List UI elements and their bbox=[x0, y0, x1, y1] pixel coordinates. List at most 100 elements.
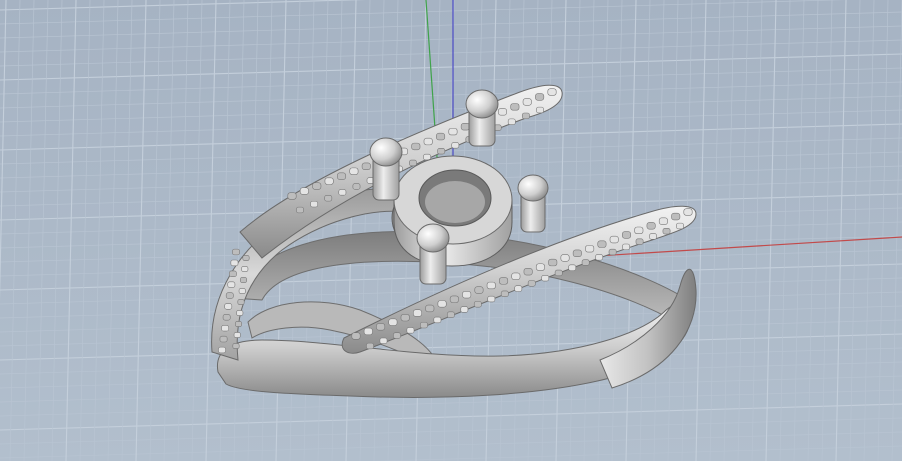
pave-bead bbox=[324, 195, 333, 202]
pave-bead bbox=[683, 208, 693, 216]
pave-bead bbox=[324, 177, 334, 185]
pave-bead bbox=[236, 310, 244, 316]
perspective-viewport[interactable] bbox=[0, 0, 902, 461]
pave-bead bbox=[547, 88, 557, 96]
pave-bead bbox=[646, 222, 656, 230]
pave-bead bbox=[388, 318, 398, 326]
viewport-canvas[interactable] bbox=[0, 0, 902, 461]
pave-bead bbox=[507, 118, 516, 125]
prong-front-right bbox=[517, 174, 549, 233]
pave-bead bbox=[634, 226, 644, 235]
pave-bead bbox=[423, 137, 433, 146]
pave-bead bbox=[240, 277, 248, 283]
pave-bead bbox=[527, 280, 536, 287]
pave-bead bbox=[224, 303, 233, 310]
pave-bead bbox=[622, 243, 630, 251]
pave-bead bbox=[235, 321, 243, 327]
pave-bead bbox=[296, 206, 304, 214]
pave-bead bbox=[560, 254, 570, 262]
pave-bead bbox=[581, 259, 590, 266]
pave-bead bbox=[433, 316, 442, 324]
prong-front-left bbox=[416, 223, 450, 285]
pave-bead bbox=[649, 233, 657, 240]
pave-bead bbox=[237, 299, 245, 305]
pave-bead bbox=[554, 269, 563, 277]
pave-bead bbox=[312, 182, 322, 190]
pave-bead bbox=[363, 327, 373, 336]
pave-bead bbox=[622, 231, 632, 239]
pave-bead bbox=[510, 103, 520, 111]
pave-bead bbox=[521, 112, 530, 120]
pave-bead bbox=[658, 217, 668, 225]
pave-bead bbox=[361, 162, 371, 170]
pave-bead bbox=[406, 327, 415, 334]
pave-bead bbox=[437, 147, 446, 155]
pave-bead bbox=[446, 311, 455, 318]
pave-bead bbox=[230, 259, 239, 267]
pave-bead bbox=[299, 187, 309, 195]
pave-bead bbox=[233, 332, 241, 338]
pave-bead bbox=[585, 245, 595, 253]
pave-bead bbox=[349, 167, 359, 175]
prong-back-left bbox=[369, 137, 403, 201]
pave-bead bbox=[352, 183, 361, 190]
pave-bead bbox=[514, 285, 523, 292]
pave-bead bbox=[511, 272, 521, 280]
pave-bead bbox=[676, 222, 684, 230]
pave-bead bbox=[486, 281, 496, 290]
pave-bead bbox=[379, 337, 388, 344]
pave-bead bbox=[497, 108, 507, 116]
pave-bead bbox=[499, 277, 509, 285]
pave-bead bbox=[310, 200, 319, 208]
pave-bead bbox=[609, 235, 619, 244]
pave-bead bbox=[536, 106, 544, 114]
pave-bead bbox=[436, 132, 446, 141]
pave-bead bbox=[448, 127, 458, 136]
pave-bead bbox=[218, 346, 226, 354]
pave-bead bbox=[393, 332, 401, 339]
pave-bead bbox=[437, 300, 447, 308]
pave-bead bbox=[412, 309, 422, 317]
pave-bead bbox=[242, 255, 250, 261]
pave-bead bbox=[337, 172, 347, 180]
pave-bead bbox=[522, 98, 532, 106]
pave-bead bbox=[473, 301, 482, 308]
pave-bead bbox=[635, 238, 644, 245]
pave-bead bbox=[474, 286, 484, 294]
pave-bead bbox=[222, 314, 231, 321]
setting-seat-inner bbox=[425, 181, 485, 223]
pave-bead bbox=[595, 254, 604, 261]
pave-bead bbox=[232, 343, 240, 349]
pave-bead bbox=[221, 325, 230, 332]
pave-bead bbox=[225, 292, 234, 299]
pave-bead bbox=[351, 332, 361, 340]
pave-bead bbox=[238, 288, 246, 294]
pave-bead bbox=[572, 249, 582, 257]
pave-bead bbox=[232, 248, 240, 256]
pave-bead bbox=[409, 159, 417, 167]
prong-back-right bbox=[465, 89, 499, 147]
pave-bead bbox=[420, 321, 428, 329]
pave-bead bbox=[548, 258, 558, 267]
pave-bead bbox=[608, 248, 617, 256]
pave-bead bbox=[460, 123, 470, 131]
pave-bead bbox=[535, 93, 545, 101]
pave-bead bbox=[219, 335, 228, 343]
pave-bead bbox=[400, 313, 410, 322]
pave-bead bbox=[451, 142, 460, 149]
pave-bead bbox=[662, 228, 671, 235]
pave-bead bbox=[671, 212, 681, 221]
pave-bead bbox=[460, 306, 469, 313]
pave-bead bbox=[425, 304, 435, 313]
pave-bead bbox=[487, 295, 496, 303]
pave-bead bbox=[338, 189, 347, 196]
pave-bead bbox=[287, 192, 297, 200]
pave-bead bbox=[541, 274, 550, 282]
pave-bead bbox=[411, 142, 421, 151]
pave-bead bbox=[228, 270, 237, 277]
pave-bead bbox=[597, 240, 607, 248]
pave-bead bbox=[241, 266, 249, 272]
pave-bead bbox=[523, 268, 533, 276]
pave-bead bbox=[366, 342, 374, 350]
pave-bead bbox=[449, 295, 459, 303]
